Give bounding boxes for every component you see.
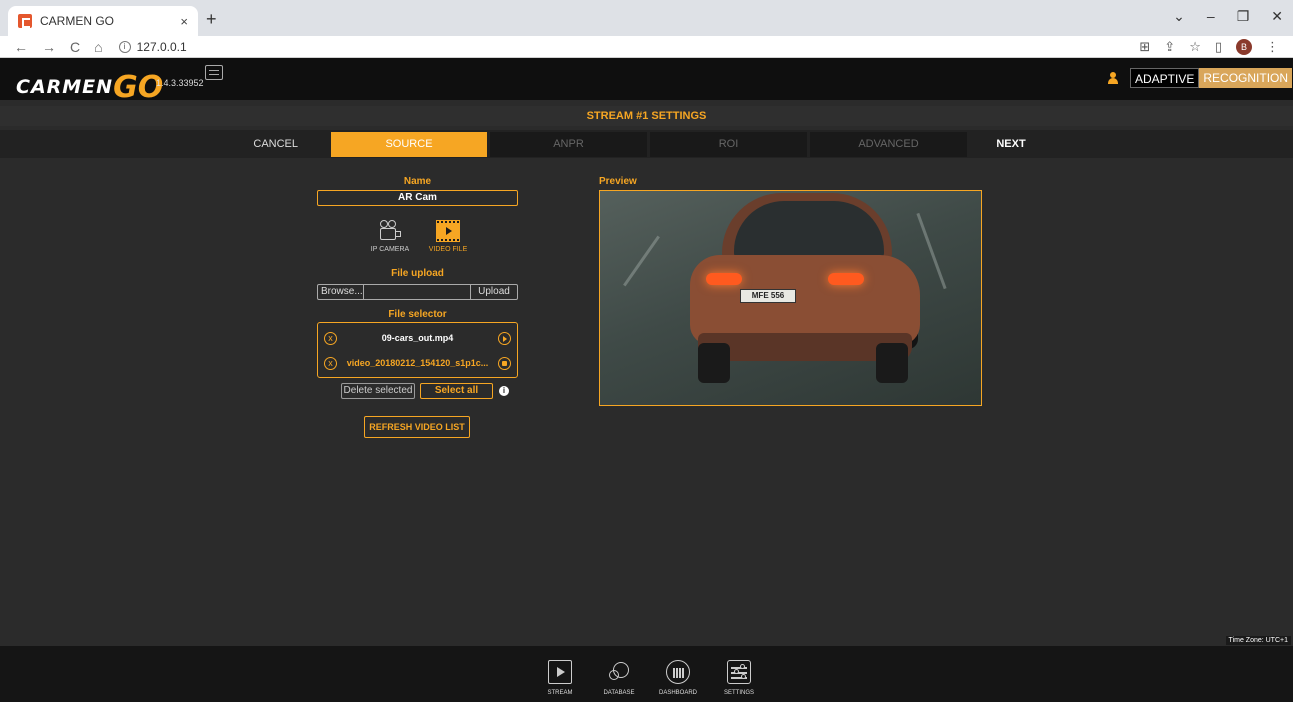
ip-camera-button[interactable]: IP CAMERA [365,220,415,253]
nav-settings[interactable]: SETTINGS [714,660,764,696]
nav-dashboard[interactable]: DASHBOARD [653,660,703,696]
profile-avatar[interactable]: B [1236,38,1252,55]
nav-settings-label: SETTINGS [723,690,754,696]
next-button[interactable]: NEXT [970,132,1052,157]
cancel-button[interactable]: CANCEL [170,132,328,157]
logo-text: CARMEN [16,76,114,98]
list-item[interactable]: x 09-cars_out.mp4 [318,327,517,349]
stream-icon [548,660,572,684]
url-text: 127.0.0.1 [136,39,187,54]
file-selector-label: File selector [388,309,447,320]
name-label: Name [403,176,432,187]
preview-label: Preview [599,176,637,187]
tab-anpr[interactable]: ANPR [490,132,647,157]
delete-selected-button[interactable]: Delete selected [341,383,415,399]
nav-database-label: DATABASE [603,690,635,696]
carmen-favicon-icon [18,14,32,28]
brand-adaptive: ADAPTIVE [1130,68,1200,88]
ip-camera-icon [378,220,402,242]
tab-roi[interactable]: ROI [650,132,807,157]
refresh-video-list-button[interactable]: REFRESH VIDEO LIST [364,416,470,438]
brand-recognition: RECOGNITION [1199,68,1293,88]
license-plate: MFE 556 [740,289,796,303]
wizard-tabs: CANCEL SOURCE ANPR ROI ADVANCED NEXT [0,130,1293,158]
browse-button[interactable]: Browse... [318,285,364,299]
info-icon[interactable]: i [499,386,509,396]
video-file-icon [436,220,460,242]
app-header: CARMENGO 1.4.3.33952 ADAPTIVE RECOGNITIO… [0,58,1293,105]
nav-database[interactable]: DATABASE [594,660,644,696]
name-input[interactable]: AR Cam [317,190,518,206]
user-icon[interactable] [1108,72,1118,84]
select-all-button[interactable]: Select all [420,383,493,399]
play-icon[interactable] [498,331,511,345]
browser-tab-title: CARMEN GO [40,14,115,28]
new-tab-icon[interactable]: + [206,9,217,30]
timezone-label: Time Zone: UTC+1 [1225,636,1291,645]
adaptive-recognition-logo: ADAPTIVE RECOGNITION [1130,68,1293,88]
share-icon[interactable]: ⇪ [1164,39,1175,55]
stop-icon[interactable] [498,356,511,370]
chat-icon[interactable] [205,65,223,80]
close-tab-icon[interactable]: × [180,14,188,29]
minimize-icon[interactable]: – [1207,8,1215,25]
list-item[interactable]: x video_20180212_154120_s1p1c... [318,352,517,374]
dashboard-icon [666,660,690,684]
file-upload-control: Browse... Upload [317,284,518,300]
database-icon [607,660,631,684]
remove-file-icon[interactable]: x [324,356,337,370]
window-controls: ⌄ – ❐ ✕ [1173,8,1283,25]
file-name: video_20180212_154120_s1p1c... [346,358,489,368]
address-bar: ← → C ⌂ i 127.0.0.1 ⊞ ⇪ ☆ ▯ B ⋮ [0,36,1293,58]
browser-tab[interactable]: CARMEN GO × [8,6,198,36]
page-title: STREAM #1 SETTINGS [0,106,1293,126]
browser-menu-icon[interactable]: ⋮ [1266,39,1279,55]
close-window-icon[interactable]: ✕ [1271,8,1283,25]
video-file-button[interactable]: VIDEO FILE [423,220,473,253]
file-selector-list: x 09-cars_out.mp4 x video_20180212_15412… [317,322,518,378]
site-info-icon[interactable]: i [118,40,131,53]
car-image: MFE 556 [680,193,930,393]
back-icon[interactable]: ← [14,39,28,55]
file-path-field[interactable] [364,285,471,299]
tab-advanced[interactable]: ADVANCED [810,132,967,157]
translate-icon[interactable]: ⊞ [1139,39,1150,55]
restore-icon[interactable]: ❐ [1237,8,1250,25]
nav-dashboard-label: DASHBOARD [658,690,697,696]
remove-file-icon[interactable]: x [324,331,337,345]
side-panel-icon[interactable]: ▯ [1215,39,1222,55]
carmen-go-logo: CARMENGO [16,66,163,105]
forward-icon[interactable]: → [42,39,56,55]
tab-source[interactable]: SOURCE [331,132,487,157]
tab-search-icon[interactable]: ⌄ [1173,8,1185,25]
home-icon[interactable]: ⌂ [94,39,102,55]
bottom-nav: STREAM DATABASE DASHBOARD SETTINGS [0,646,1293,702]
version-label: 1.4.3.33952 [156,78,204,88]
settings-icon [727,660,751,684]
nav-stream-label: STREAM [547,690,573,696]
video-file-label: VIDEO FILE [428,246,468,253]
file-upload-label: File upload [391,268,444,279]
url-field[interactable]: i 127.0.0.1 [118,39,187,54]
nav-stream[interactable]: STREAM [535,660,585,696]
reload-icon[interactable]: C [70,39,80,55]
preview-image: MFE 556 [599,190,982,406]
file-name: 09-cars_out.mp4 [381,333,454,343]
ip-camera-label: IP CAMERA [370,246,410,253]
bookmark-star-icon[interactable]: ☆ [1189,39,1201,55]
browser-tab-bar: CARMEN GO × + ⌄ – ❐ ✕ [0,0,1293,36]
upload-button[interactable]: Upload [471,285,517,299]
